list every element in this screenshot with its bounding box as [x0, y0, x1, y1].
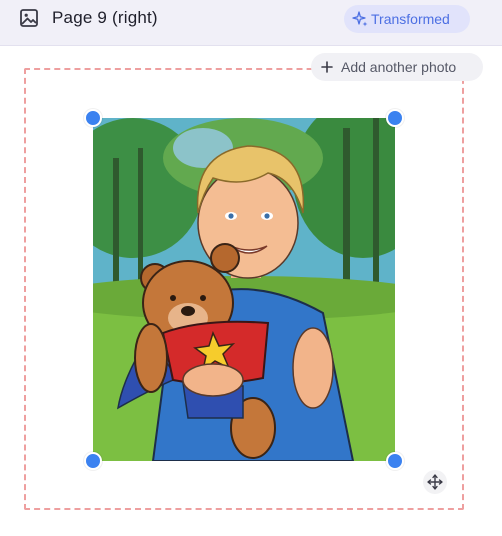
move-icon — [427, 474, 443, 490]
plus-icon — [321, 61, 333, 73]
badge-label: Transformed — [371, 11, 450, 27]
move-button[interactable] — [423, 470, 447, 494]
cartoon-illustration — [93, 118, 395, 461]
transformed-badge[interactable]: Transformed — [344, 5, 470, 33]
page-header: Page 9 (right) Transformed — [0, 0, 502, 46]
resize-handle-top-right[interactable] — [386, 109, 404, 127]
resize-handle-top-left[interactable] — [84, 109, 102, 127]
image-icon — [20, 9, 38, 27]
add-another-photo-label: Add another photo — [341, 59, 457, 75]
add-another-photo-button[interactable]: Add another photo — [311, 53, 483, 81]
sparkle-icon — [352, 11, 368, 27]
resize-handle-bottom-right[interactable] — [386, 452, 404, 470]
page-card: Page 9 (right) Transformed Add another p… — [0, 0, 502, 536]
transformed-photo[interactable] — [93, 118, 395, 461]
page-title: Page 9 (right) — [52, 8, 158, 27]
resize-handle-bottom-left[interactable] — [84, 452, 102, 470]
